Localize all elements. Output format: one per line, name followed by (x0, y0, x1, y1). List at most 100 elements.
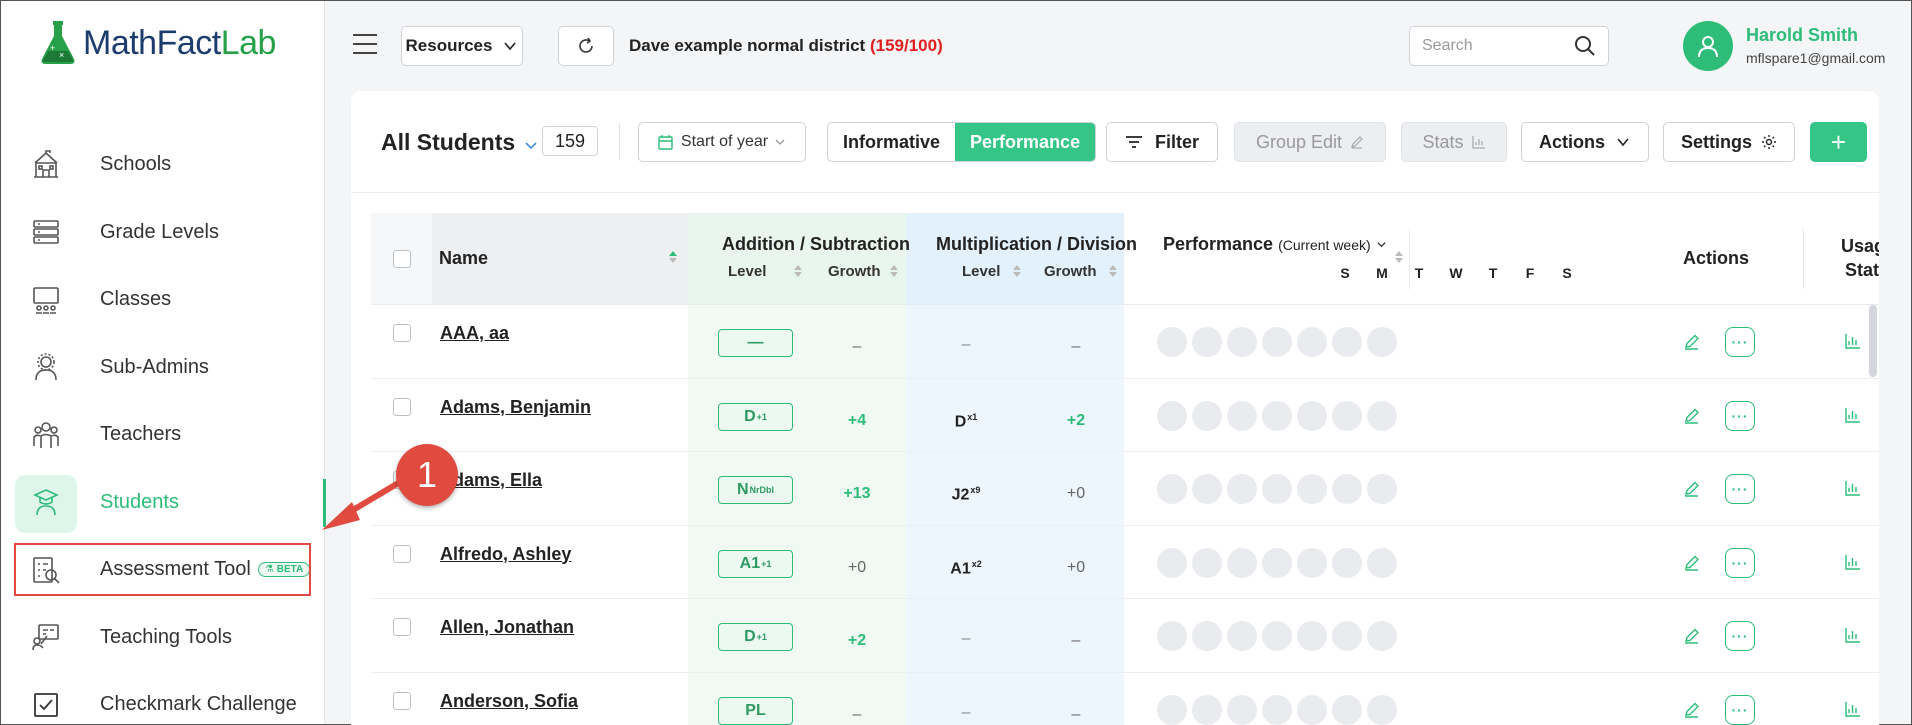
day-dot (1227, 327, 1257, 357)
sidebar-item-sub-admins[interactable]: Sub-Admins (1, 334, 325, 402)
day-dot (1297, 400, 1327, 431)
header-usage: Usag (1841, 236, 1879, 256)
sort-icon[interactable] (793, 263, 803, 279)
search-input[interactable] (1422, 37, 1572, 55)
row-checkbox[interactable] (393, 618, 411, 636)
sort-icon[interactable] (1012, 263, 1022, 279)
day-dot (1297, 327, 1327, 357)
row-checkbox[interactable] (393, 691, 411, 710)
mode-informative-button[interactable]: Informative (828, 123, 955, 161)
as-level-badge[interactable]: D +1 (718, 402, 793, 431)
refresh-button[interactable] (558, 26, 614, 66)
bar-chart-icon (1471, 136, 1485, 149)
md-level-value: – (961, 703, 971, 721)
md-level-text: D (954, 412, 967, 430)
period-dropdown[interactable]: Start of year (638, 122, 806, 162)
sidebar-item-grade-levels[interactable]: Grade Levels (1, 199, 325, 267)
sub-admins-icon (29, 350, 63, 384)
hamburger-menu-icon[interactable] (353, 34, 377, 54)
filter-button[interactable]: Filter (1106, 122, 1218, 162)
more-options-button[interactable]: ··· (1725, 327, 1755, 357)
table-row[interactable]: Anderson, Sofia PL – – – ··· (371, 673, 1879, 725)
sidebar-item-schools[interactable]: Schools (1, 131, 325, 199)
edit-pencil-icon[interactable] (1683, 480, 1701, 498)
more-options-button[interactable]: ··· (1725, 694, 1755, 725)
vertical-scrollbar[interactable] (1869, 305, 1877, 377)
day-dot (1297, 694, 1327, 725)
more-options-button[interactable]: ··· (1725, 547, 1755, 578)
usage-stats-icon[interactable] (1845, 701, 1861, 717)
edit-pencil-icon[interactable] (1683, 333, 1701, 351)
sidebar-item-label: Checkmark Challenge (100, 693, 297, 716)
header-name[interactable]: Name (439, 248, 488, 269)
edit-pencil-icon[interactable] (1683, 701, 1701, 719)
sort-icon[interactable] (668, 249, 678, 265)
edit-pencil-icon[interactable] (1683, 627, 1701, 645)
sidebar-item-teaching-tools[interactable]: Teaching Tools (1, 604, 325, 672)
sort-icon[interactable] (1108, 263, 1118, 279)
mode-performance-button[interactable]: Performance (955, 123, 1096, 161)
header-as-growth[interactable]: Growth (828, 263, 881, 280)
settings-button[interactable]: Settings (1663, 122, 1795, 162)
table-row[interactable]: Adams, Benjamin D +1 +4 Dx1 +2 ··· (371, 379, 1879, 452)
md-growth-value: +2 (1066, 411, 1086, 429)
sort-icon[interactable] (1394, 249, 1404, 265)
sidebar-item-students[interactable]: Students (1, 469, 326, 537)
student-name-link[interactable]: Adams, Benjamin (440, 397, 591, 418)
sidebar-item-teachers[interactable]: Teachers (1, 401, 325, 469)
all-students-dropdown[interactable]: All Students (381, 129, 539, 156)
as-level-badge[interactable]: A1 +1 (718, 549, 793, 578)
header-multiplication-division: Multiplication / Division (936, 234, 1138, 254)
usage-stats-icon[interactable] (1845, 554, 1861, 570)
search-icon[interactable] (1574, 35, 1596, 57)
usage-stats-icon[interactable] (1845, 480, 1861, 496)
table-row[interactable]: AAA, aa — – – – ··· (371, 305, 1879, 379)
as-level-badge[interactable]: PL (718, 696, 793, 725)
usage-stats-icon[interactable] (1845, 407, 1861, 423)
table-row[interactable]: Alfredo, Ashley A1 +1 +0 A1x2 +0 ··· (371, 526, 1879, 599)
sidebar-item-checkmark-challenge[interactable]: Checkmark Challenge (1, 671, 325, 725)
header-actions: Actions (1683, 248, 1750, 268)
row-checkbox[interactable] (393, 544, 411, 563)
resources-dropdown[interactable]: Resources (401, 26, 523, 66)
student-name-link[interactable]: Alfredo, Ashley (440, 544, 571, 565)
group-edit-button[interactable]: Group Edit (1234, 122, 1386, 162)
logo[interactable]: + × MathFactLab (39, 21, 276, 65)
edit-pencil-icon[interactable] (1683, 554, 1701, 572)
table-row[interactable]: Adams, Ella N NrDbl +13 J2x9 +0 ··· (371, 452, 1879, 526)
as-level-badge[interactable]: N NrDbl (718, 476, 793, 504)
add-student-button[interactable]: + (1810, 122, 1867, 162)
as-level-badge[interactable]: — (718, 329, 793, 357)
edit-pencil-icon[interactable] (1683, 407, 1701, 425)
select-all-checkbox[interactable] (393, 250, 411, 268)
header-md-level[interactable]: Level (962, 263, 1000, 280)
header-usage-stats: Stat (1845, 260, 1879, 280)
search-box[interactable] (1409, 26, 1609, 66)
stats-button[interactable]: Stats (1401, 122, 1507, 162)
header-as-level[interactable]: Level (728, 263, 766, 280)
logo-fact: Fact (156, 23, 222, 62)
day-dot (1297, 547, 1327, 578)
md-level-value: Dx1 (936, 412, 996, 431)
more-options-button[interactable]: ··· (1725, 474, 1755, 504)
more-options-button[interactable]: ··· (1725, 621, 1755, 651)
user-name[interactable]: Harold Smith (1746, 25, 1858, 46)
sort-icon[interactable] (889, 263, 899, 279)
avatar[interactable] (1683, 21, 1733, 71)
header-md-growth[interactable]: Growth (1044, 263, 1097, 280)
sidebar-item-classes[interactable]: Classes (1, 266, 325, 334)
usage-stats-icon[interactable] (1845, 627, 1861, 643)
more-options-button[interactable]: ··· (1725, 400, 1755, 431)
usage-stats-icon[interactable] (1845, 333, 1861, 349)
svg-text:×: × (59, 50, 64, 60)
row-checkbox[interactable] (393, 324, 411, 342)
student-name-link[interactable]: Allen, Jonathan (440, 617, 574, 638)
table-row[interactable]: Allen, Jonathan D +1 +2 – – ··· (371, 599, 1879, 673)
header-performance[interactable]: Performance (Current week) (1163, 234, 1387, 255)
as-level-badge[interactable]: D +1 (718, 623, 793, 651)
student-name-link[interactable]: AAA, aa (440, 323, 509, 344)
row-checkbox[interactable] (393, 397, 411, 416)
actions-dropdown[interactable]: Actions (1521, 122, 1649, 162)
stats-label: Stats (1422, 131, 1464, 152)
student-name-link[interactable]: Anderson, Sofia (440, 691, 578, 712)
